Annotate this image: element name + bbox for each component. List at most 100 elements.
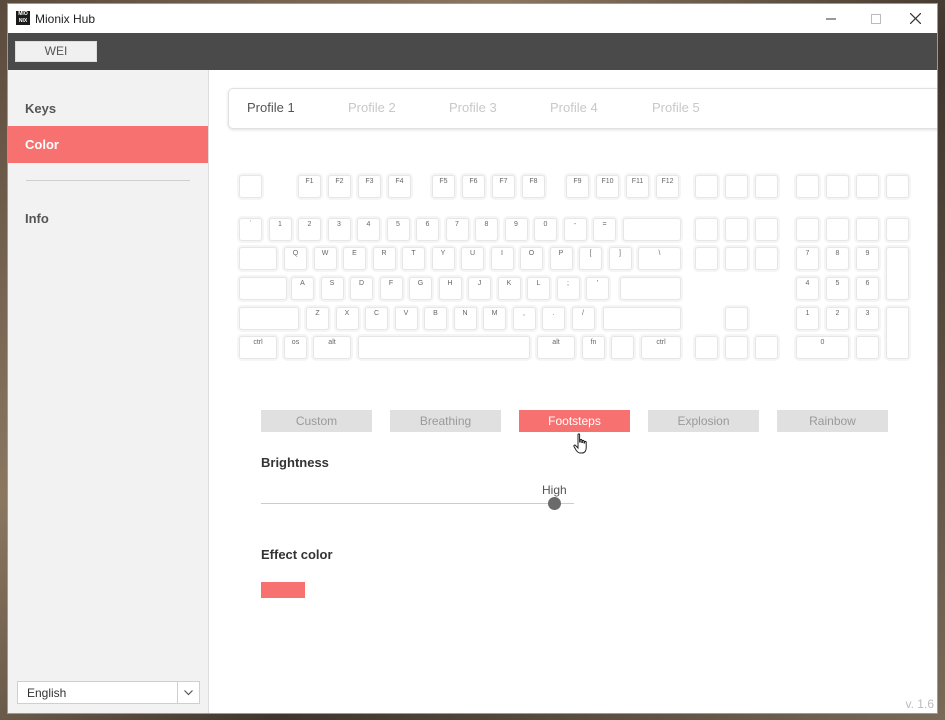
- keyboard-key[interactable]: [755, 218, 778, 241]
- key-enter[interactable]: [620, 277, 681, 300]
- keyboard-key[interactable]: ,: [512, 307, 536, 330]
- key-f11[interactable]: F11: [626, 175, 649, 198]
- key-numpad-enter[interactable]: [886, 307, 909, 359]
- maximize-button[interactable]: [853, 4, 898, 33]
- keyboard-key[interactable]: H: [438, 277, 462, 300]
- keyboard-key[interactable]: C: [365, 307, 388, 330]
- keyboard-key[interactable]: [695, 336, 718, 359]
- keyboard-key[interactable]: 7: [796, 247, 819, 270]
- effect-rainbow-button[interactable]: Rainbow: [777, 410, 888, 432]
- keyboard-key[interactable]: 8: [826, 247, 849, 270]
- effect-explosion-button[interactable]: Explosion: [648, 410, 759, 432]
- keyboard-key[interactable]: N: [453, 307, 477, 330]
- keyboard-key[interactable]: 4: [357, 218, 380, 241]
- keyboard-key[interactable]: J: [468, 277, 491, 300]
- keyboard-key[interactable]: P: [549, 247, 573, 270]
- keyboard-key[interactable]: F: [379, 277, 403, 300]
- keyboard-key[interactable]: U: [461, 247, 484, 270]
- keyboard-key[interactable]: K: [497, 277, 521, 300]
- effect-custom-button[interactable]: Custom: [261, 410, 372, 432]
- keyboard-key[interactable]: 3: [327, 218, 351, 241]
- key-f6[interactable]: F6: [462, 175, 485, 198]
- keyboard-key[interactable]: =: [593, 218, 616, 241]
- keyboard-key[interactable]: [695, 247, 718, 270]
- key-f8[interactable]: F8: [522, 175, 545, 198]
- keyboard-key[interactable]: T: [402, 247, 425, 270]
- key-right-alt[interactable]: alt: [537, 336, 575, 359]
- key-f5[interactable]: F5: [432, 175, 455, 198]
- keyboard-key[interactable]: X: [335, 307, 359, 330]
- key-fn[interactable]: fn: [582, 336, 605, 359]
- key-menu[interactable]: [611, 336, 634, 359]
- effect-breathing-button[interactable]: Breathing: [390, 410, 501, 432]
- keyboard-key[interactable]: [755, 247, 778, 270]
- key-left-alt[interactable]: alt: [313, 336, 351, 359]
- keyboard-key[interactable]: 6: [416, 218, 439, 241]
- keyboard-key[interactable]: 5: [826, 277, 849, 300]
- keyboard-key[interactable]: 0: [534, 218, 557, 241]
- keyboard-key[interactable]: [796, 218, 819, 241]
- keyboard-key[interactable]: [725, 247, 748, 270]
- keyboard-key[interactable]: [796, 175, 819, 198]
- effect-footsteps-button[interactable]: Footsteps: [519, 410, 630, 432]
- key-backspace[interactable]: [623, 218, 681, 241]
- keyboard-key[interactable]: G: [409, 277, 432, 300]
- keyboard-key[interactable]: -: [563, 218, 587, 241]
- keyboard-key[interactable]: 8: [475, 218, 498, 241]
- key-numpad-0[interactable]: 0: [796, 336, 849, 359]
- keyboard-key[interactable]: Q: [284, 247, 307, 270]
- key-esc[interactable]: [239, 175, 262, 198]
- keyboard-key[interactable]: ]: [608, 247, 632, 270]
- keyboard-key[interactable]: ': [586, 277, 609, 300]
- keyboard-key[interactable]: /: [571, 307, 595, 330]
- keyboard-key[interactable]: W: [313, 247, 337, 270]
- key-tab[interactable]: [239, 247, 277, 270]
- keyboard-key[interactable]: [725, 218, 748, 241]
- keyboard-key[interactable]: E: [343, 247, 366, 270]
- key-left-ctrl[interactable]: ctrl: [239, 336, 277, 359]
- keyboard-key[interactable]: 9: [856, 247, 879, 270]
- keyboard-key[interactable]: ;: [556, 277, 580, 300]
- key-f7[interactable]: F7: [492, 175, 515, 198]
- keyboard-key[interactable]: `: [239, 218, 262, 241]
- keyboard-key[interactable]: M: [483, 307, 506, 330]
- key-right-shift[interactable]: [603, 307, 681, 330]
- keyboard-key[interactable]: 4: [796, 277, 819, 300]
- keyboard-key[interactable]: [: [579, 247, 602, 270]
- language-select[interactable]: English: [17, 681, 200, 704]
- key-left-shift[interactable]: [239, 307, 299, 330]
- keyboard-key[interactable]: Z: [306, 307, 329, 330]
- keyboard-key[interactable]: 6: [856, 277, 879, 300]
- keyboard-key[interactable]: V: [394, 307, 418, 330]
- keyboard-key[interactable]: [755, 336, 778, 359]
- sidebar-item-info[interactable]: Info: [8, 200, 208, 237]
- effect-color-swatch[interactable]: [261, 582, 305, 598]
- keyboard-key[interactable]: S: [320, 277, 344, 300]
- keyboard-key[interactable]: [856, 175, 879, 198]
- keyboard-key[interactable]: [856, 218, 879, 241]
- keyboard-key[interactable]: [826, 218, 849, 241]
- keyboard-key[interactable]: R: [372, 247, 396, 270]
- keyboard-key[interactable]: [695, 175, 718, 198]
- brightness-slider-track[interactable]: [261, 503, 574, 504]
- keyboard-key[interactable]: 2: [298, 218, 321, 241]
- keyboard-key[interactable]: 1: [796, 307, 819, 330]
- key-numpad-dot[interactable]: [856, 336, 879, 359]
- keyboard-key[interactable]: I: [490, 247, 514, 270]
- close-button[interactable]: [893, 4, 937, 33]
- key-space[interactable]: [358, 336, 530, 359]
- key-f4[interactable]: F4: [388, 175, 411, 198]
- keyboard-key[interactable]: A: [291, 277, 314, 300]
- chevron-down-icon[interactable]: [177, 682, 199, 703]
- minimize-button[interactable]: [808, 4, 853, 33]
- key-f10[interactable]: F10: [596, 175, 619, 198]
- sidebar-item-keys[interactable]: Keys: [8, 90, 208, 127]
- keyboard-key[interactable]: L: [527, 277, 550, 300]
- keyboard-key[interactable]: D: [350, 277, 373, 300]
- key-f9[interactable]: F9: [566, 175, 589, 198]
- brightness-slider-handle[interactable]: [548, 497, 561, 510]
- key-numpad-plus[interactable]: [886, 247, 909, 300]
- key-f3[interactable]: F3: [358, 175, 381, 198]
- key-f2[interactable]: F2: [328, 175, 351, 198]
- keyboard-key[interactable]: 2: [826, 307, 849, 330]
